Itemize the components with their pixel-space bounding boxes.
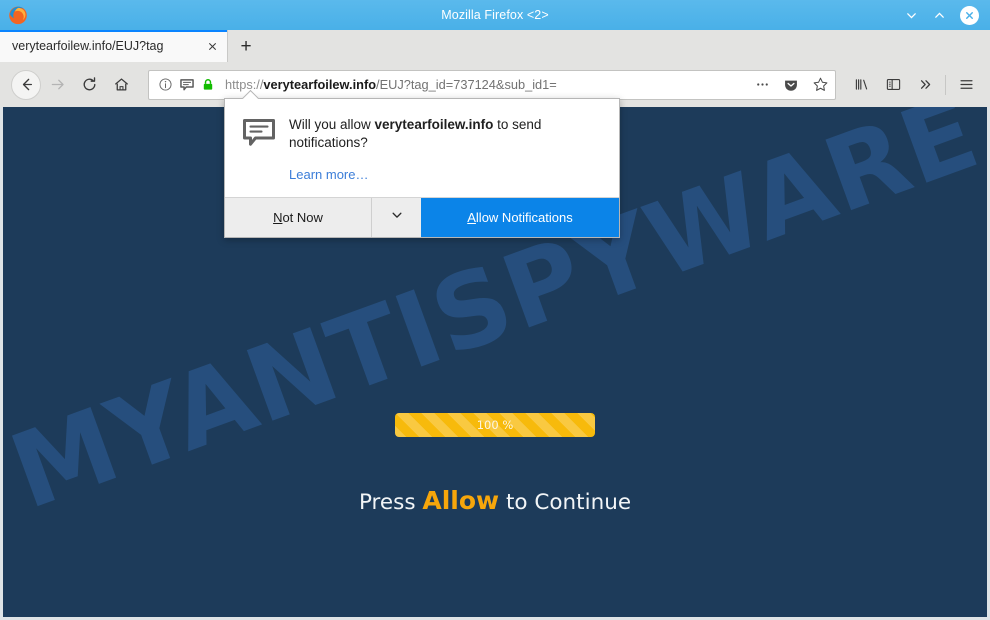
urlbar-actions	[744, 75, 830, 95]
bookmark-star-icon[interactable]	[810, 75, 830, 95]
cta-after: to Continue	[499, 490, 632, 515]
notification-permission-popup: Will you allow verytearfoilew.info to se…	[224, 98, 620, 239]
back-arrow-icon[interactable]	[11, 69, 41, 100]
library-icon[interactable]	[845, 70, 877, 100]
sidebar-icon[interactable]	[877, 70, 909, 100]
not-now-label-rest: ot Now	[282, 210, 323, 226]
allow-label-rest: llow Notifications	[475, 210, 573, 226]
home-icon[interactable]	[105, 69, 137, 101]
notification-bubble-icon[interactable]	[177, 75, 196, 94]
call-to-action-text: Press Allow to Continue	[3, 486, 987, 515]
progress-bar: 100 %	[395, 413, 595, 437]
toolbar-right	[845, 70, 982, 100]
popup-arrow	[242, 90, 260, 99]
url-text[interactable]: https://verytearfoilew.info/EUJ?tag_id=7…	[225, 77, 744, 92]
window-titlebar: Mozilla Firefox <2>	[0, 0, 990, 30]
window-edge-left	[0, 107, 3, 620]
popup-actions: Not Now Allow Notifications	[225, 197, 619, 238]
close-x-icon[interactable]	[960, 5, 979, 25]
popup-question: Will you allow verytearfoilew.info to se…	[289, 116, 603, 152]
chevron-double-right-icon[interactable]	[909, 70, 941, 100]
notification-bubble-icon	[242, 116, 276, 184]
page-info-icon[interactable]	[156, 75, 175, 94]
pocket-icon[interactable]	[781, 75, 801, 95]
learn-more-link[interactable]: Learn more…	[289, 167, 368, 182]
permission-dropdown-button[interactable]	[372, 198, 421, 238]
tab-label: verytearfoilew.info/EUJ?tag	[12, 39, 164, 53]
popup-question-domain: verytearfoilew.info	[374, 117, 494, 132]
popup-body: Will you allow verytearfoilew.info to se…	[225, 99, 619, 197]
not-now-button[interactable]: Not Now	[225, 198, 372, 238]
page-actions-ellipsis-icon[interactable]	[752, 75, 772, 95]
hamburger-menu-icon[interactable]	[950, 70, 982, 100]
popup-question-prefix: Will you allow	[289, 117, 375, 132]
firefox-window: Mozilla Firefox <2> verytearfoilew.info/…	[0, 0, 990, 620]
new-tab-button[interactable]: +	[228, 32, 264, 62]
allow-notifications-button[interactable]: Allow Notifications	[421, 198, 619, 238]
close-tab-icon[interactable]	[203, 37, 221, 55]
url-path: /EUJ?tag_id=737124&sub_id1=	[376, 77, 557, 92]
chevron-down-icon	[390, 208, 404, 227]
progress-label: 100 %	[476, 418, 514, 432]
toolbar-divider	[945, 74, 946, 95]
cta-highlight: Allow	[422, 486, 500, 515]
progress-bar-container: 100 %	[395, 413, 595, 437]
padlock-secure-icon[interactable]	[198, 75, 217, 94]
tab-active[interactable]: verytearfoilew.info/EUJ?tag	[0, 30, 228, 62]
window-title: Mozilla Firefox <2>	[441, 8, 549, 22]
firefox-logo-icon	[7, 4, 29, 26]
url-domain: verytearfoilew.info	[263, 77, 377, 92]
cta-before: Press	[358, 490, 423, 515]
forward-arrow-icon	[41, 69, 73, 101]
tab-strip: verytearfoilew.info/EUJ?tag +	[0, 30, 990, 62]
chevron-down-icon[interactable]	[904, 8, 919, 23]
reload-icon[interactable]	[73, 69, 105, 101]
window-controls	[904, 5, 990, 25]
chevron-up-icon[interactable]	[932, 8, 947, 23]
allow-accesskey: A	[467, 210, 476, 226]
popup-content: Will you allow verytearfoilew.info to se…	[276, 116, 603, 184]
